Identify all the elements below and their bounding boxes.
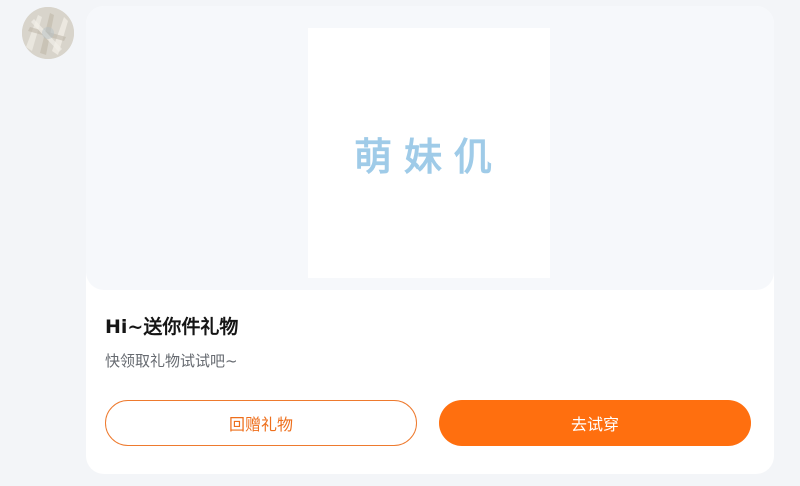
gift-preview-area: 萌妹仉: [86, 6, 774, 290]
gift-message-card: 萌妹仉 Hi~送你件礼物 快领取礼物试试吧~ 回赠礼物 去试穿: [86, 6, 774, 474]
gift-image-text: 萌妹仉: [353, 135, 504, 179]
gift-subtitle: 快领取礼物试试吧~: [105, 352, 238, 370]
sender-avatar[interactable]: [22, 7, 74, 59]
gift-image[interactable]: 萌妹仉: [308, 28, 550, 278]
gift-title: Hi~送你件礼物: [105, 316, 239, 338]
return-gift-button[interactable]: 回赠礼物: [105, 400, 417, 446]
avatar-image: [22, 7, 74, 59]
try-on-button[interactable]: 去试穿: [439, 400, 751, 446]
